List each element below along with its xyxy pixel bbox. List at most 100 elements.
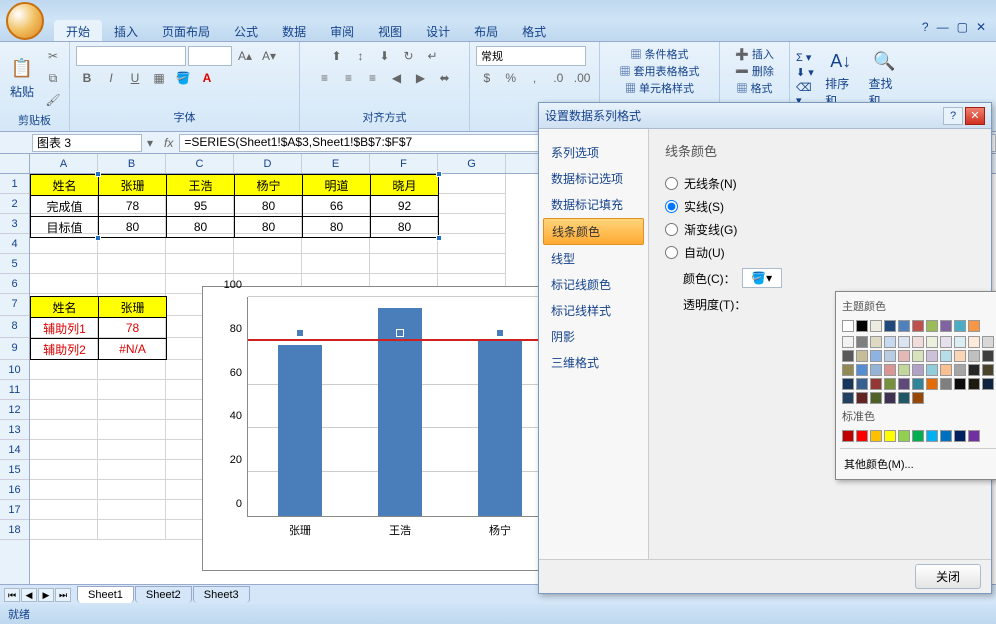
color-swatch[interactable]	[842, 336, 854, 348]
tab-view[interactable]: 视图	[366, 20, 414, 41]
fx-button[interactable]: fx	[158, 136, 179, 150]
cell[interactable]: 辅助列2	[31, 339, 99, 360]
color-swatch[interactable]	[940, 336, 952, 348]
fill-button[interactable]: ⬇ ▾	[796, 66, 817, 79]
nav-line-style[interactable]: 线型	[543, 246, 644, 271]
cell[interactable]: 80	[167, 217, 235, 238]
color-swatch[interactable]	[856, 392, 868, 404]
color-swatch[interactable]	[842, 378, 854, 390]
cell[interactable]: 78	[99, 318, 167, 339]
increase-indent-button[interactable]: ▶	[410, 68, 432, 88]
cell[interactable]: 92	[371, 196, 439, 217]
cell[interactable]: 95	[167, 196, 235, 217]
more-colors-button[interactable]: 其他颜色(M)...	[840, 453, 996, 475]
format-cells-button[interactable]: ▦ 格式	[736, 80, 772, 96]
tab-design[interactable]: 设计	[414, 20, 462, 41]
cut-button[interactable]: ✂	[42, 46, 64, 66]
nav-marker-line-style[interactable]: 标记线样式	[543, 298, 644, 323]
color-swatch[interactable]	[912, 378, 924, 390]
cell[interactable]: 80	[235, 217, 303, 238]
sheet-tab[interactable]: Sheet1	[77, 586, 134, 603]
sheet-tab[interactable]: Sheet2	[135, 586, 192, 603]
nav-marker-line-color[interactable]: 标记线颜色	[543, 272, 644, 297]
color-swatch[interactable]	[926, 364, 938, 376]
col-header[interactable]: G	[438, 154, 506, 173]
color-swatch[interactable]	[926, 336, 938, 348]
color-swatch[interactable]	[940, 320, 952, 332]
col-header[interactable]: C	[166, 154, 234, 173]
align-left-button[interactable]: ≡	[314, 68, 336, 88]
cell[interactable]: 王浩	[167, 175, 235, 196]
tab-insert[interactable]: 插入	[102, 20, 150, 41]
row-header[interactable]: 5	[0, 254, 29, 274]
increase-decimal-button[interactable]: .0	[547, 68, 569, 88]
paste-button[interactable]: 📋 粘贴	[6, 55, 38, 102]
color-swatch[interactable]	[940, 430, 952, 442]
tab-page-layout[interactable]: 页面布局	[150, 20, 222, 41]
sheet-nav-next[interactable]: ▶	[38, 588, 54, 602]
chart-bar[interactable]	[478, 341, 522, 516]
radio-no-line[interactable]	[665, 177, 678, 190]
dialog-titlebar[interactable]: 设置数据系列格式 ? ✕	[539, 103, 991, 129]
color-swatch[interactable]	[898, 364, 910, 376]
color-swatch[interactable]	[898, 378, 910, 390]
color-swatch[interactable]	[842, 430, 854, 442]
number-format-combo[interactable]: 常规	[476, 46, 586, 66]
color-swatch[interactable]	[898, 392, 910, 404]
decrease-font-button[interactable]: A▾	[258, 46, 280, 66]
color-swatch[interactable]	[954, 378, 966, 390]
color-swatch[interactable]	[884, 320, 896, 332]
color-swatch[interactable]	[968, 364, 980, 376]
col-header[interactable]: A	[30, 154, 98, 173]
chart-plot-area[interactable]: 0 20 40 60 80 100	[247, 297, 541, 517]
merge-button[interactable]: ⬌	[434, 68, 456, 88]
name-box[interactable]: 图表 3	[32, 134, 142, 152]
color-swatch[interactable]	[968, 350, 980, 362]
cell[interactable]: 姓名	[31, 297, 99, 318]
decrease-decimal-button[interactable]: .00	[571, 68, 593, 88]
font-family-combo[interactable]	[76, 46, 186, 66]
sheet-nav-last[interactable]: ⏭	[55, 588, 71, 602]
italic-button[interactable]: I	[100, 68, 122, 88]
col-header[interactable]: B	[98, 154, 166, 173]
underline-button[interactable]: U	[124, 68, 146, 88]
cell[interactable]: 目标值	[31, 217, 99, 238]
color-swatch[interactable]	[842, 350, 854, 362]
tab-formulas[interactable]: 公式	[222, 20, 270, 41]
fill-color-button[interactable]: 🪣	[172, 68, 194, 88]
select-all-corner[interactable]	[0, 154, 29, 174]
color-swatch[interactable]	[912, 430, 924, 442]
sheet-nav-first[interactable]: ⏮	[4, 588, 20, 602]
cell[interactable]: 80	[235, 196, 303, 217]
copy-button[interactable]: ⧉	[42, 68, 64, 88]
data-table-1[interactable]: 姓名 张珊 王浩 杨宁 明道 晓月 完成值 78 95 80 66 92	[30, 174, 439, 238]
col-header[interactable]: F	[370, 154, 438, 173]
color-swatch[interactable]	[898, 430, 910, 442]
nav-3d-format[interactable]: 三维格式	[543, 350, 644, 375]
radio-auto-line[interactable]	[665, 246, 678, 259]
sheet-nav-prev[interactable]: ◀	[21, 588, 37, 602]
nav-shadow[interactable]: 阴影	[543, 324, 644, 349]
color-swatch[interactable]	[856, 320, 868, 332]
data-table-2[interactable]: 姓名 张珊 辅助列1 78 辅助列2 #N/A	[30, 296, 167, 360]
color-swatch[interactable]	[912, 320, 924, 332]
color-swatch[interactable]	[982, 336, 994, 348]
row-header[interactable]: 2	[0, 194, 29, 214]
color-swatch[interactable]	[912, 392, 924, 404]
close-icon[interactable]: ✕	[976, 20, 986, 41]
cell[interactable]: 杨宁	[235, 175, 303, 196]
color-swatch[interactable]	[856, 378, 868, 390]
chart-target-line[interactable]	[248, 339, 541, 341]
cell[interactable]: 78	[99, 196, 167, 217]
align-center-button[interactable]: ≡	[338, 68, 360, 88]
color-swatch[interactable]	[968, 336, 980, 348]
border-button[interactable]: ▦	[148, 68, 170, 88]
wrap-text-button[interactable]: ↵	[422, 46, 444, 66]
nav-marker-options[interactable]: 数据标记选项	[543, 166, 644, 191]
color-swatch[interactable]	[884, 364, 896, 376]
font-size-combo[interactable]	[188, 46, 232, 66]
color-swatch[interactable]	[842, 320, 854, 332]
color-swatch[interactable]	[842, 392, 854, 404]
color-swatch[interactable]	[884, 430, 896, 442]
color-swatch[interactable]	[954, 364, 966, 376]
